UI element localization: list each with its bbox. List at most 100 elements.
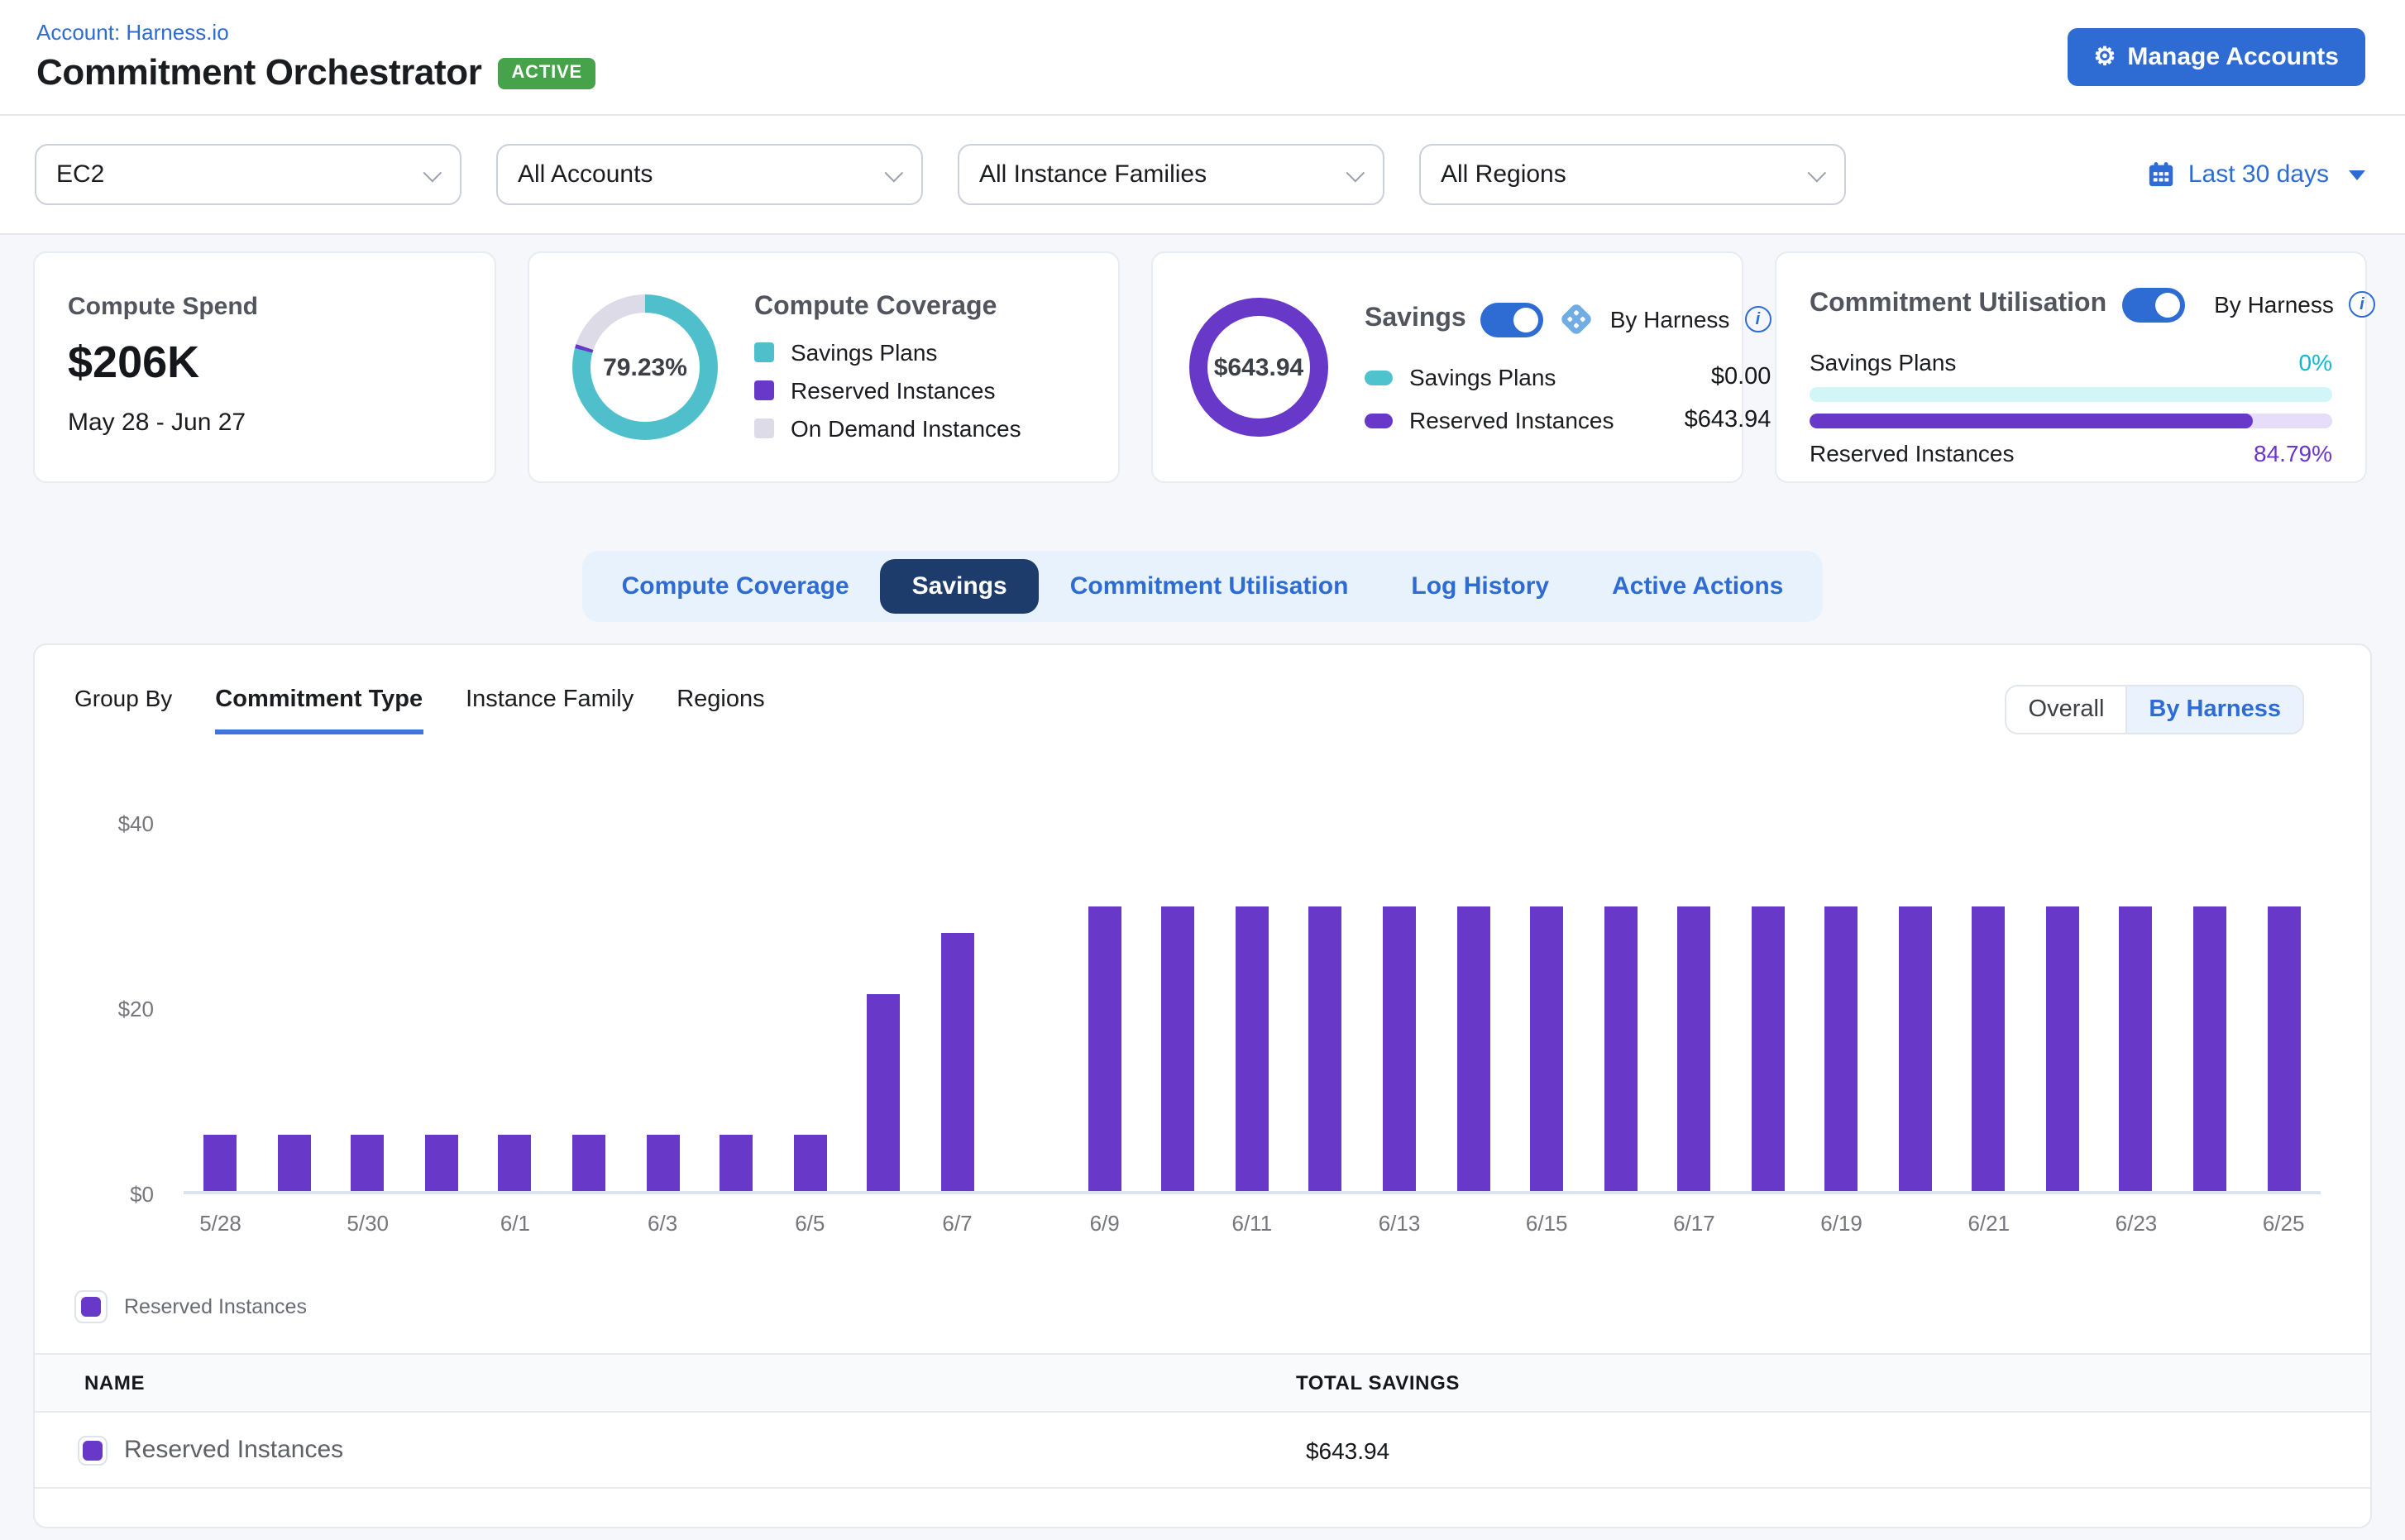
- coverage-legend-label: Reserved Instances: [791, 377, 995, 404]
- tab-commitment-utilisation[interactable]: Commitment Utilisation: [1039, 559, 1380, 614]
- bar-slot-6/14: [1437, 777, 1510, 1191]
- bar-5/29[interactable]: [278, 1135, 311, 1191]
- bar-6/21[interactable]: [1972, 906, 2006, 1191]
- utilisation-ri-bar: [1810, 414, 2332, 428]
- bar-slot-6/19: 6/19: [1805, 777, 1878, 1191]
- tab-compute-coverage[interactable]: Compute Coverage: [590, 559, 881, 614]
- utilisation-sp-label: Savings Plans: [1810, 349, 1956, 375]
- filter-bar: EC2 All Accounts All Instance Families All …: [0, 116, 2405, 235]
- bar-6/9[interactable]: [1088, 906, 1121, 1191]
- savings-by-harness-label: By Harness: [1610, 306, 1730, 332]
- bar-6/4[interactable]: [720, 1135, 753, 1191]
- bar-6/2[interactable]: [572, 1135, 605, 1191]
- bar-6/19[interactable]: [1825, 906, 1858, 1191]
- table-header: NAMETOTAL SAVINGS: [35, 1353, 2370, 1413]
- bar-slot-6/16: [1584, 777, 1657, 1191]
- table-row[interactable]: Reserved Instances$643.94: [35, 1413, 2370, 1489]
- bar-slot-6/8: [994, 777, 1068, 1191]
- filter-select-2[interactable]: All Instance Families: [958, 144, 1384, 205]
- x-tick-label: 6/7: [942, 1211, 972, 1236]
- coverage-legend-label: On Demand Instances: [791, 415, 1021, 442]
- plot-area: 5/285/306/16/36/56/76/96/116/136/156/176…: [184, 777, 2321, 1194]
- bar-5/31[interactable]: [425, 1135, 458, 1191]
- tab-active-actions[interactable]: Active Actions: [1580, 559, 1815, 614]
- bar-5/30[interactable]: [351, 1135, 385, 1191]
- bar-6/15[interactable]: [1530, 906, 1563, 1191]
- bar-6/18[interactable]: [1752, 906, 1785, 1191]
- bar-6/1[interactable]: [499, 1135, 532, 1191]
- utilisation-sp-bar: [1810, 387, 2332, 402]
- chevron-down-icon: [2349, 170, 2365, 179]
- coverage-legend-item: On Demand Instances: [754, 415, 1088, 442]
- tab-log-history[interactable]: Log History: [1379, 559, 1580, 614]
- x-tick-label: 6/25: [2263, 1211, 2305, 1236]
- savings-row-value: $0.00: [1711, 364, 1771, 390]
- utilisation-by-harness-toggle[interactable]: [2121, 287, 2184, 322]
- date-range-picker[interactable]: Last 30 days: [2147, 160, 2365, 189]
- savings-bar-chart: $0$20$40 5/285/306/16/36/56/76/96/116/13…: [74, 777, 2321, 1254]
- view-overall[interactable]: Overall: [2007, 686, 2126, 733]
- bar-slot-6/13: 6/13: [1363, 777, 1437, 1191]
- bar-6/20[interactable]: [1899, 906, 1932, 1191]
- compute-spend-card: Compute Spend $206K May 28 - Jun 27: [33, 251, 496, 483]
- info-icon[interactable]: i: [2349, 291, 2375, 318]
- bar-slot-6/15: 6/15: [1510, 777, 1584, 1191]
- chart-legend: Reserved Instances: [74, 1290, 2370, 1323]
- bar-slot-6/17: 6/17: [1657, 777, 1731, 1191]
- bar-6/12[interactable]: [1309, 906, 1342, 1191]
- tab-savings[interactable]: Savings: [881, 559, 1039, 614]
- compute-coverage-title: Compute Coverage: [754, 293, 1088, 323]
- coverage-percent: 79.23%: [590, 313, 700, 422]
- savings-row-label: Reserved Instances: [1409, 407, 1614, 433]
- bar-6/5[interactable]: [793, 1135, 826, 1191]
- group-by: Group By Commitment TypeInstance FamilyR…: [74, 685, 765, 734]
- legend-swatch: [754, 418, 774, 438]
- view-by-harness[interactable]: By Harness: [2125, 686, 2302, 733]
- bar-6/16[interactable]: [1604, 906, 1637, 1191]
- chevron-down-icon: [423, 163, 442, 182]
- savings-total: $643.94: [1214, 353, 1303, 381]
- table-body: Reserved Instances$643.94: [35, 1413, 2370, 1489]
- row-name: Reserved Instances: [124, 1436, 343, 1464]
- bar-6/7[interactable]: [940, 933, 973, 1191]
- bar-slot-6/24: [2173, 777, 2247, 1191]
- manage-accounts-button[interactable]: ⚙ Manage Accounts: [2067, 28, 2365, 86]
- group-by-instance-family[interactable]: Instance Family: [466, 686, 634, 734]
- legend-checkbox[interactable]: [74, 1290, 108, 1323]
- bar-slot-6/25: 6/25: [2247, 777, 2321, 1191]
- bar-6/22[interactable]: [2046, 906, 2079, 1191]
- savings-by-harness-toggle[interactable]: [1481, 302, 1544, 337]
- bar-5/28[interactable]: [204, 1135, 237, 1191]
- bar-6/14[interactable]: [1456, 906, 1489, 1191]
- filter-select-3[interactable]: All Regions: [1419, 144, 1846, 205]
- group-by-regions[interactable]: Regions: [677, 686, 764, 734]
- group-by-commitment-type[interactable]: Commitment Type: [215, 686, 423, 734]
- bar-6/11[interactable]: [1236, 906, 1269, 1191]
- bar-6/25[interactable]: [2267, 906, 2300, 1191]
- filter-select-1[interactable]: All Accounts: [496, 144, 923, 205]
- bar-6/13[interactable]: [1383, 906, 1416, 1191]
- bar-6/3[interactable]: [646, 1135, 679, 1191]
- bar-slot-6/23: 6/23: [2099, 777, 2173, 1191]
- y-axis: $0$20$40: [74, 777, 170, 1194]
- x-tick-label: 6/21: [1968, 1211, 2010, 1236]
- row-swatch-chip: [78, 1435, 108, 1465]
- harness-logo-icon: [1559, 301, 1595, 337]
- account-link[interactable]: Account: Harness.io: [36, 20, 595, 45]
- savings-table: NAMETOTAL SAVINGS Reserved Instances$643…: [35, 1353, 2370, 1489]
- savings-breakdown: Savings Plans$0.00Reserved Instances$643…: [1365, 364, 1771, 433]
- filter-select-0[interactable]: EC2: [35, 144, 461, 205]
- filter-select-value: All Regions: [1441, 160, 1566, 189]
- bar-6/6[interactable]: [867, 994, 900, 1191]
- legend-swatch: [754, 380, 774, 400]
- bar-6/10[interactable]: [1162, 906, 1195, 1191]
- bar-6/24[interactable]: [2193, 906, 2226, 1191]
- info-icon[interactable]: i: [1744, 306, 1771, 332]
- compute-spend-title: Compute Spend: [68, 293, 461, 321]
- row-swatch: [83, 1440, 103, 1460]
- bar-slot-6/11: 6/11: [1215, 777, 1289, 1191]
- bar-6/17[interactable]: [1677, 906, 1710, 1191]
- x-tick-label: 5/28: [199, 1211, 241, 1236]
- bar-6/23[interactable]: [2120, 906, 2153, 1191]
- bar-slot-5/30: 5/30: [331, 777, 404, 1191]
